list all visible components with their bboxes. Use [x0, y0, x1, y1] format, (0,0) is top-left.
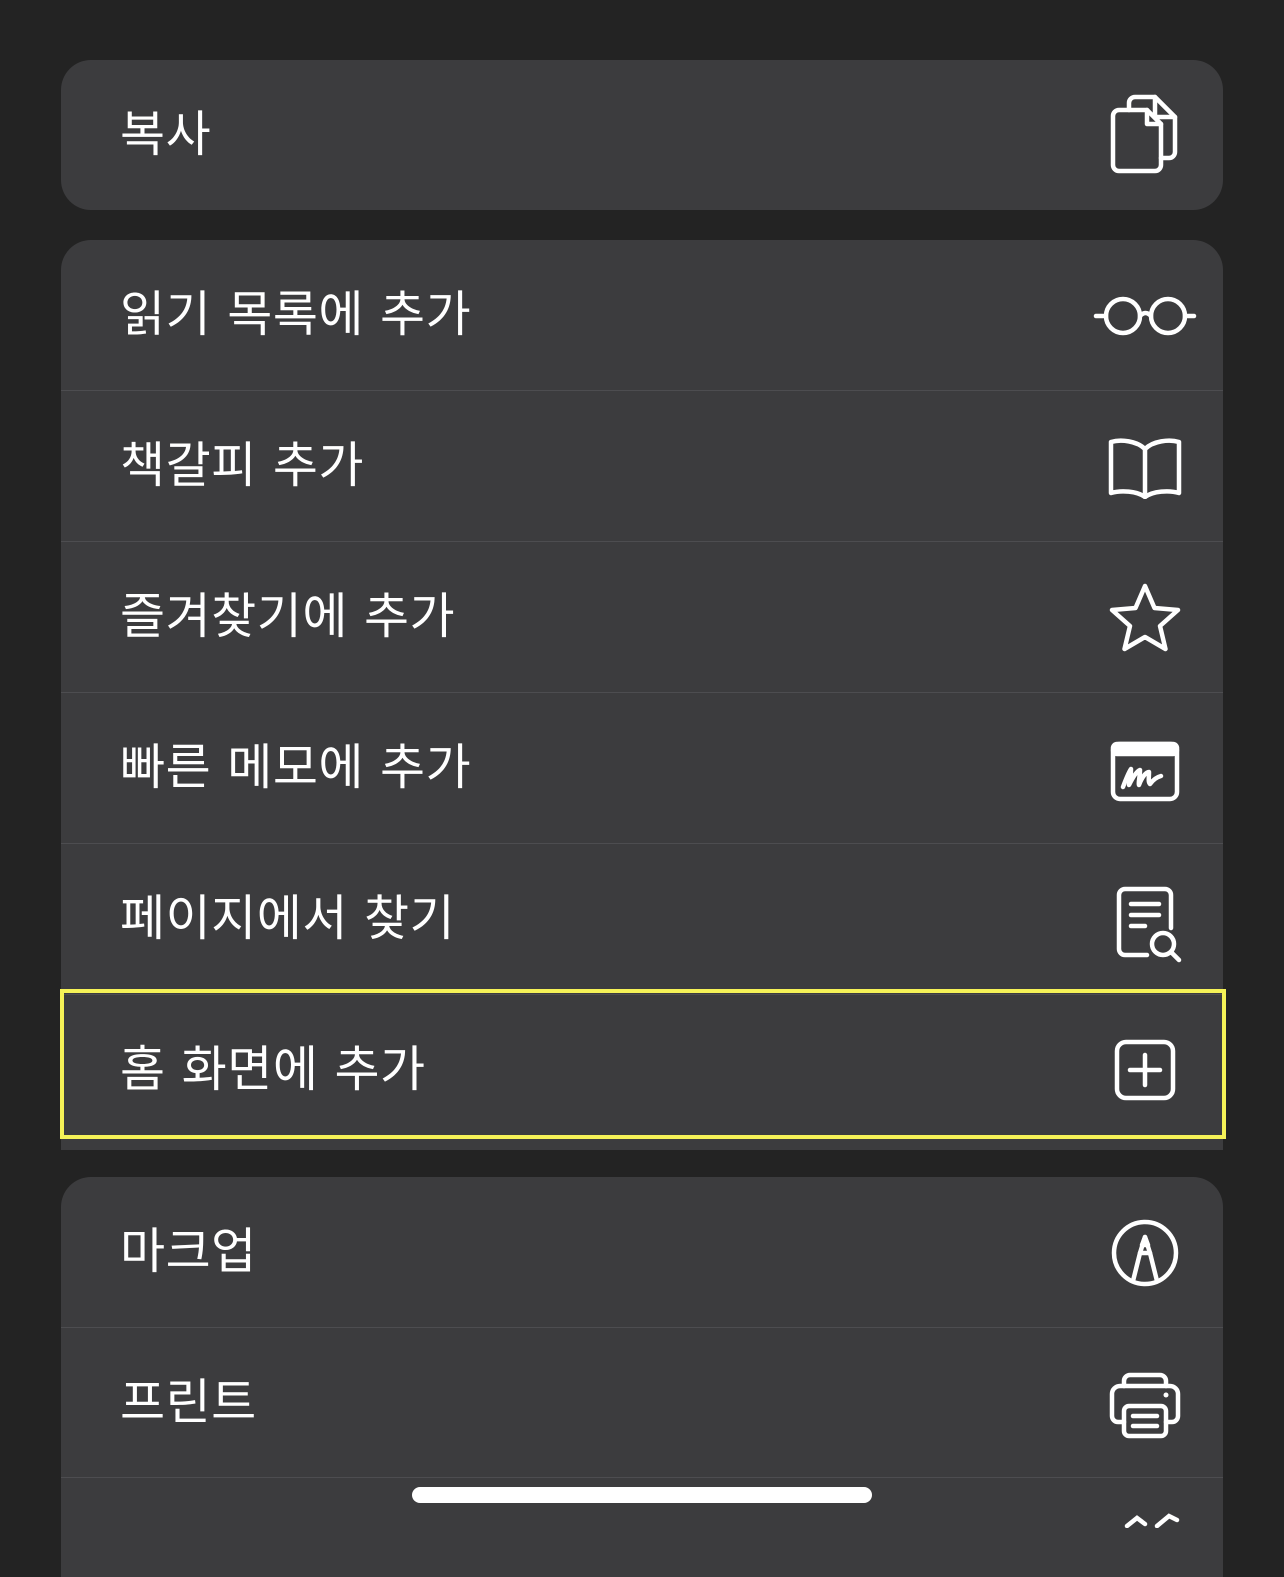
action-label: 읽기 목록에 추가 [120, 286, 472, 343]
action-label: 홈 화면에 추가 [120, 1041, 426, 1098]
action-add-bookmark[interactable]: 책갈피 추가 [61, 390, 1223, 540]
home-indicator[interactable] [412, 1487, 872, 1503]
share-actions-group-3: 마크업 프린트 [61, 1177, 1223, 1577]
action-markup[interactable]: 마크업 [61, 1177, 1223, 1327]
copy-icon [1107, 60, 1183, 210]
action-add-to-quick-note[interactable]: 빠른 메모에 추가 [61, 692, 1223, 842]
find-in-page-icon [1107, 844, 1183, 994]
action-label: 빠른 메모에 추가 [120, 739, 472, 796]
book-icon [1107, 391, 1183, 541]
add-square-icon [1107, 995, 1183, 1145]
action-label: 복사 [120, 106, 212, 163]
partial-icon [1107, 1478, 1183, 1577]
action-add-to-reading-list[interactable]: 읽기 목록에 추가 [61, 240, 1223, 390]
printer-icon [1107, 1328, 1183, 1478]
action-copy[interactable]: 복사 [61, 60, 1223, 210]
action-label: 즐겨찾기에 추가 [120, 588, 456, 645]
share-actions-group-2: 읽기 목록에 추가 책갈피 추가 즐겨찾기에 추가 빠른 메모에 추가 페이지에… [61, 240, 1223, 1150]
action-label: 페이지에서 찾기 [120, 890, 456, 947]
action-label: 프린트 [120, 1374, 257, 1431]
markup-icon [1107, 1177, 1183, 1327]
action-print[interactable]: 프린트 [61, 1327, 1223, 1477]
quick-note-icon [1107, 693, 1183, 843]
share-actions-group-1: 복사 [61, 60, 1223, 210]
action-label: 마크업 [120, 1223, 257, 1280]
action-add-to-home-screen[interactable]: 홈 화면에 추가 [61, 994, 1223, 1144]
action-label: 책갈피 추가 [120, 437, 364, 494]
glasses-icon [1093, 240, 1197, 390]
action-find-in-page[interactable]: 페이지에서 찾기 [61, 843, 1223, 993]
star-icon [1107, 542, 1183, 692]
action-add-to-favorites[interactable]: 즐겨찾기에 추가 [61, 541, 1223, 691]
